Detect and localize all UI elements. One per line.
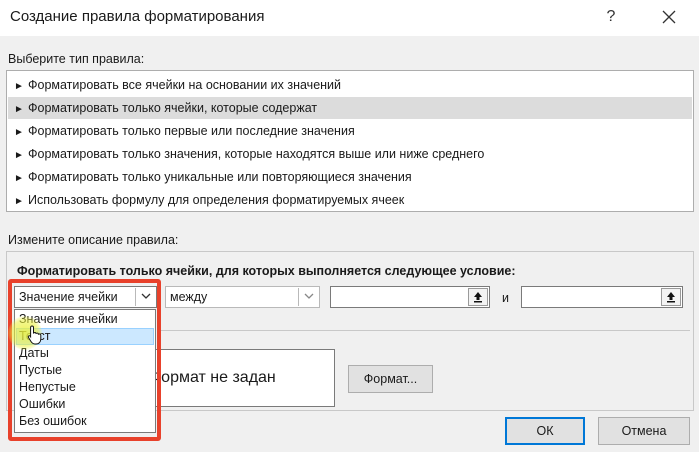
dropdown-option-highlighted[interactable]: Текст [16, 328, 154, 345]
divider [160, 330, 690, 331]
preview-text: Формат не задан [149, 369, 276, 386]
collapse-dialog-button[interactable] [468, 288, 488, 306]
help-button[interactable]: ? [596, 4, 626, 30]
and-label: и [502, 291, 509, 305]
dropdown-option[interactable]: Непустые [16, 379, 154, 396]
format-preview: Формат не задан [134, 349, 335, 407]
range-select-icon [474, 292, 482, 303]
close-icon [662, 10, 676, 24]
dropdown-option[interactable]: Пустые [16, 362, 154, 379]
arrow-right-icon: ► [14, 173, 24, 184]
value2-input[interactable] [521, 286, 683, 308]
range-select-icon [667, 292, 675, 303]
rule-type-item[interactable]: ► Форматировать только уникальные или пов… [8, 166, 692, 188]
arrow-right-icon: ► [14, 104, 24, 115]
value1-input[interactable] [330, 286, 490, 308]
dropdown-option[interactable]: Даты [16, 345, 154, 362]
close-button[interactable] [652, 4, 686, 30]
cancel-button[interactable]: Отмена [598, 417, 690, 445]
ok-button[interactable]: ОК [505, 417, 585, 445]
condition-heading: Форматировать только ячейки, для которых… [17, 264, 516, 278]
chevron-down-icon[interactable] [298, 288, 318, 306]
dropdown-option[interactable]: Без ошибок [16, 413, 154, 430]
condition-type-select[interactable]: Значение ячейки [14, 286, 157, 308]
rule-type-item[interactable]: ► Использовать формулу для определения фо… [8, 189, 692, 211]
rule-type-item[interactable]: ► Форматировать только первые или последн… [8, 120, 692, 142]
rule-description-label: Измените описание правила: [8, 233, 179, 247]
condition-type-dropdown[interactable]: Значение ячейки Текст Даты Пустые Непуст… [14, 309, 156, 433]
collapse-dialog-button[interactable] [661, 288, 681, 306]
rule-type-item[interactable]: ► Форматировать только значения, которые … [8, 143, 692, 165]
dialog-title: Создание правила форматирования [10, 8, 265, 25]
arrow-right-icon: ► [14, 196, 24, 207]
operator-select[interactable]: между [165, 286, 320, 308]
dropdown-option[interactable]: Значение ячейки [16, 311, 154, 328]
arrow-right-icon: ► [14, 81, 24, 92]
arrow-right-icon: ► [14, 150, 24, 161]
chevron-down-icon[interactable] [135, 288, 155, 306]
arrow-right-icon: ► [14, 127, 24, 138]
format-button[interactable]: Формат... [348, 365, 433, 393]
rule-type-list[interactable]: ► Форматировать все ячейки на основании и… [6, 70, 694, 212]
rule-type-item-selected[interactable]: ► Форматировать только ячейки, которые со… [8, 97, 692, 119]
title-bar: Создание правила форматирования ? [0, 0, 699, 36]
dropdown-option[interactable]: Ошибки [16, 396, 154, 413]
rule-type-item[interactable]: ► Форматировать все ячейки на основании и… [8, 74, 692, 96]
rule-type-label: Выберите тип правила: [8, 52, 145, 66]
